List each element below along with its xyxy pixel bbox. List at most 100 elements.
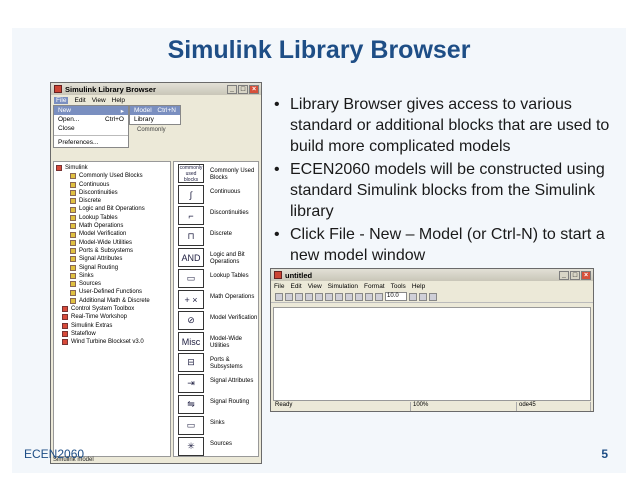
block-row[interactable]: ⇋ Signal Routing (174, 393, 260, 415)
open-folder-icon[interactable] (285, 292, 293, 301)
block-thumbnail-icon[interactable]: ⊘ (178, 311, 204, 330)
tree-item[interactable]: Sinks (56, 272, 168, 280)
save-icon[interactable] (295, 292, 303, 301)
block-row[interactable]: ∫ Continuous (174, 183, 260, 205)
tree-item[interactable]: Logic and Bit Operations (56, 205, 168, 213)
tree-item[interactable]: Signal Attributes (56, 255, 168, 263)
block-thumbnail-icon[interactable]: + × (178, 290, 204, 309)
block-row[interactable]: commonly used blocks Commonly Used Blocks (174, 162, 260, 184)
block-row[interactable]: Misc Model-Wide Utilities (174, 330, 260, 352)
tree-item[interactable]: User-Defined Functions (56, 288, 168, 296)
menu-edit[interactable]: Edit (74, 97, 85, 104)
library-browser-icon[interactable] (419, 292, 427, 301)
tree-item[interactable]: Stateflow (56, 330, 168, 338)
block-row[interactable]: ⌐ Discontinuities (174, 204, 260, 226)
block-row[interactable]: ▭ Sinks (174, 414, 260, 436)
maximize-icon[interactable]: □ (238, 84, 248, 94)
menu-view[interactable]: View (92, 97, 106, 104)
menu-format[interactable]: Format (364, 283, 385, 290)
status-ready: Ready (273, 402, 411, 411)
maximize-icon[interactable]: □ (570, 270, 580, 280)
block-thumbnail-icon[interactable]: Misc (178, 332, 204, 351)
tree-item[interactable]: Math Operations (56, 222, 168, 230)
tree-item[interactable]: Commonly Used Blocks (56, 172, 168, 180)
menu-view[interactable]: View (308, 283, 322, 290)
tree-item[interactable]: Real-Time Workshop (56, 313, 168, 321)
tree-item[interactable]: Model-Wide Utilities (56, 239, 168, 247)
tree-item[interactable]: Simulink Extras (56, 322, 168, 330)
block-row[interactable]: ✳ Sources (174, 435, 260, 457)
play-icon[interactable] (365, 292, 373, 301)
menu-edit[interactable]: Edit (290, 283, 301, 290)
tree-item[interactable]: Additional Math & Discrete (56, 297, 168, 305)
menu-file[interactable]: File (54, 96, 69, 104)
paste-icon[interactable] (335, 292, 343, 301)
menu-simulation[interactable]: Simulation (328, 283, 358, 290)
tree-item[interactable]: Wind Turbine Blockset v3.0 (56, 338, 168, 346)
tree-item[interactable]: Signal Routing (56, 264, 168, 272)
print-icon[interactable] (305, 292, 313, 301)
model-canvas[interactable] (273, 307, 591, 401)
bullet-item: Library Browser gives access to various … (274, 94, 614, 157)
block-thumbnail-icon[interactable]: ▭ (178, 416, 204, 435)
tree-item[interactable]: Lookup Tables (56, 214, 168, 222)
block-label: Signal Attributes (210, 378, 254, 384)
block-thumbnail-icon[interactable]: ⇋ (178, 395, 204, 414)
block-label: Discrete (210, 231, 233, 237)
block-thumbnail-icon[interactable]: ⊟ (178, 353, 204, 372)
tree-item[interactable]: Ports & Subsystems (56, 247, 168, 255)
block-row[interactable]: AND Logic and Bit Operations (174, 246, 260, 268)
undo-icon[interactable] (345, 292, 353, 301)
simulink-icon (274, 271, 282, 279)
block-row[interactable]: ▭ Lookup Tables (174, 267, 260, 289)
menu-file[interactable]: File (274, 283, 284, 290)
block-thumbnail-icon[interactable]: commonly used blocks (178, 164, 204, 183)
tree-item[interactable]: Sources (56, 280, 168, 288)
menu-item-library[interactable]: Library (130, 115, 180, 124)
block-icon (70, 281, 76, 288)
model-explorer-icon[interactable] (429, 292, 437, 301)
menu-tools[interactable]: Tools (391, 283, 406, 290)
block-label: Signal Routing (210, 399, 250, 405)
stop-time-input[interactable]: 10.0 (385, 292, 407, 301)
block-row[interactable]: ⊓ Discrete (174, 225, 260, 247)
minimize-icon[interactable]: _ (559, 270, 569, 280)
block-label: Model Verification (210, 315, 258, 321)
new-file-icon[interactable] (275, 292, 283, 301)
block-thumbnail-icon[interactable]: ▭ (178, 269, 204, 288)
block-icon (70, 206, 76, 213)
block-thumbnail-icon[interactable]: ✳ (178, 437, 204, 456)
footer-course: ECEN2060 (24, 447, 85, 461)
menu-help[interactable]: Help (112, 97, 125, 104)
menu-item-new[interactable]: New ▸ (54, 106, 128, 115)
tree-item[interactable]: Control System Toolbox (56, 305, 168, 313)
block-row[interactable]: ⇥ Signal Attributes (174, 372, 260, 394)
tree-item[interactable]: Discontinuities (56, 189, 168, 197)
stop-icon[interactable] (375, 292, 383, 301)
block-row[interactable]: + × Math Operations (174, 288, 260, 310)
menu-item-open[interactable]: Open... Ctrl+O (54, 115, 128, 124)
block-thumbnail-icon[interactable]: ⇥ (178, 374, 204, 393)
menu-item-model[interactable]: Model Ctrl+N (130, 106, 180, 115)
tree-item-simulink[interactable]: Simulink (56, 164, 168, 172)
block-row[interactable]: ⊟ Ports & Subsystems (174, 351, 260, 373)
block-thumbnail-icon[interactable]: ⌐ (178, 206, 204, 225)
close-icon[interactable]: × (249, 84, 259, 94)
close-icon[interactable]: × (581, 270, 591, 280)
tree-item[interactable]: Continuous (56, 181, 168, 189)
menu-help[interactable]: Help (412, 283, 425, 290)
block-thumbnail-icon[interactable]: AND (178, 248, 204, 267)
copy-icon[interactable] (325, 292, 333, 301)
tree-item[interactable]: Model Verification (56, 230, 168, 238)
block-thumbnail-icon[interactable]: ⊓ (178, 227, 204, 246)
menu-item-close[interactable]: Close (54, 124, 128, 133)
cut-icon[interactable] (315, 292, 323, 301)
redo-icon[interactable] (355, 292, 363, 301)
minimize-icon[interactable]: _ (227, 84, 237, 94)
block-icon (70, 173, 76, 180)
block-thumbnail-icon[interactable]: ∫ (178, 185, 204, 204)
block-row[interactable]: ⊘ Model Verification (174, 309, 260, 331)
debug-icon[interactable] (409, 292, 417, 301)
menu-item-preferences[interactable]: Preferences... (54, 138, 128, 147)
tree-item[interactable]: Discrete (56, 197, 168, 205)
